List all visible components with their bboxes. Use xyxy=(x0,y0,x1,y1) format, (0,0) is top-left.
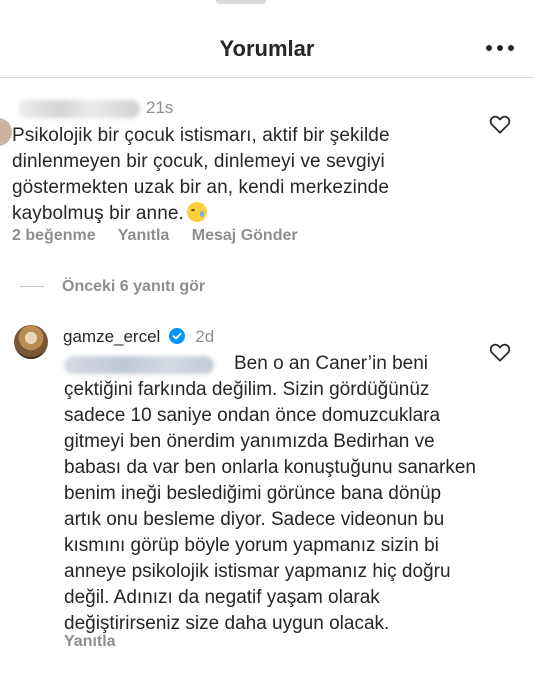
reply-header: gamze_ercel 2d xyxy=(63,326,214,350)
more-horizontal-icon[interactable] xyxy=(482,37,518,59)
heart-icon[interactable] xyxy=(489,342,511,362)
comment-text: Psikolojik bir çocuk istismarı, aktif bi… xyxy=(12,123,452,227)
comments-header: Yorumlar xyxy=(0,0,534,78)
avatar[interactable] xyxy=(0,118,12,146)
reply-text: Ben o an Caner’in beni çektiğini farkınd… xyxy=(64,353,476,634)
page-title: Yorumlar xyxy=(219,36,315,61)
avatar[interactable] xyxy=(14,325,48,359)
replies-divider xyxy=(20,286,44,287)
heart-icon[interactable] xyxy=(489,114,511,134)
reply-username[interactable]: gamze_ercel xyxy=(63,327,160,346)
blurred-username xyxy=(18,100,140,118)
comment-actions: 2 beğenme Yanıtla Mesaj Gönder xyxy=(12,225,316,247)
send-message-button[interactable]: Mesaj Gönder xyxy=(192,227,298,244)
reply-item: gamze_ercel 2d Ben o an Caner’in beni çe… xyxy=(0,318,534,691)
view-previous-replies-label[interactable]: Önceki 6 yanıtı gör xyxy=(62,276,205,298)
crying-face-icon xyxy=(186,202,207,222)
reply-button[interactable]: Yanıtla xyxy=(64,631,116,653)
likes-count[interactable]: 2 beğenme xyxy=(12,227,96,244)
reply-time: 2d xyxy=(195,327,215,346)
comment-time: 21s xyxy=(146,98,174,117)
reply-button[interactable]: Yanıtla xyxy=(118,227,170,244)
verified-badge-icon xyxy=(168,328,185,344)
comment-item: 21s Psikolojik bir çocuk istismarı, akti… xyxy=(0,80,534,270)
